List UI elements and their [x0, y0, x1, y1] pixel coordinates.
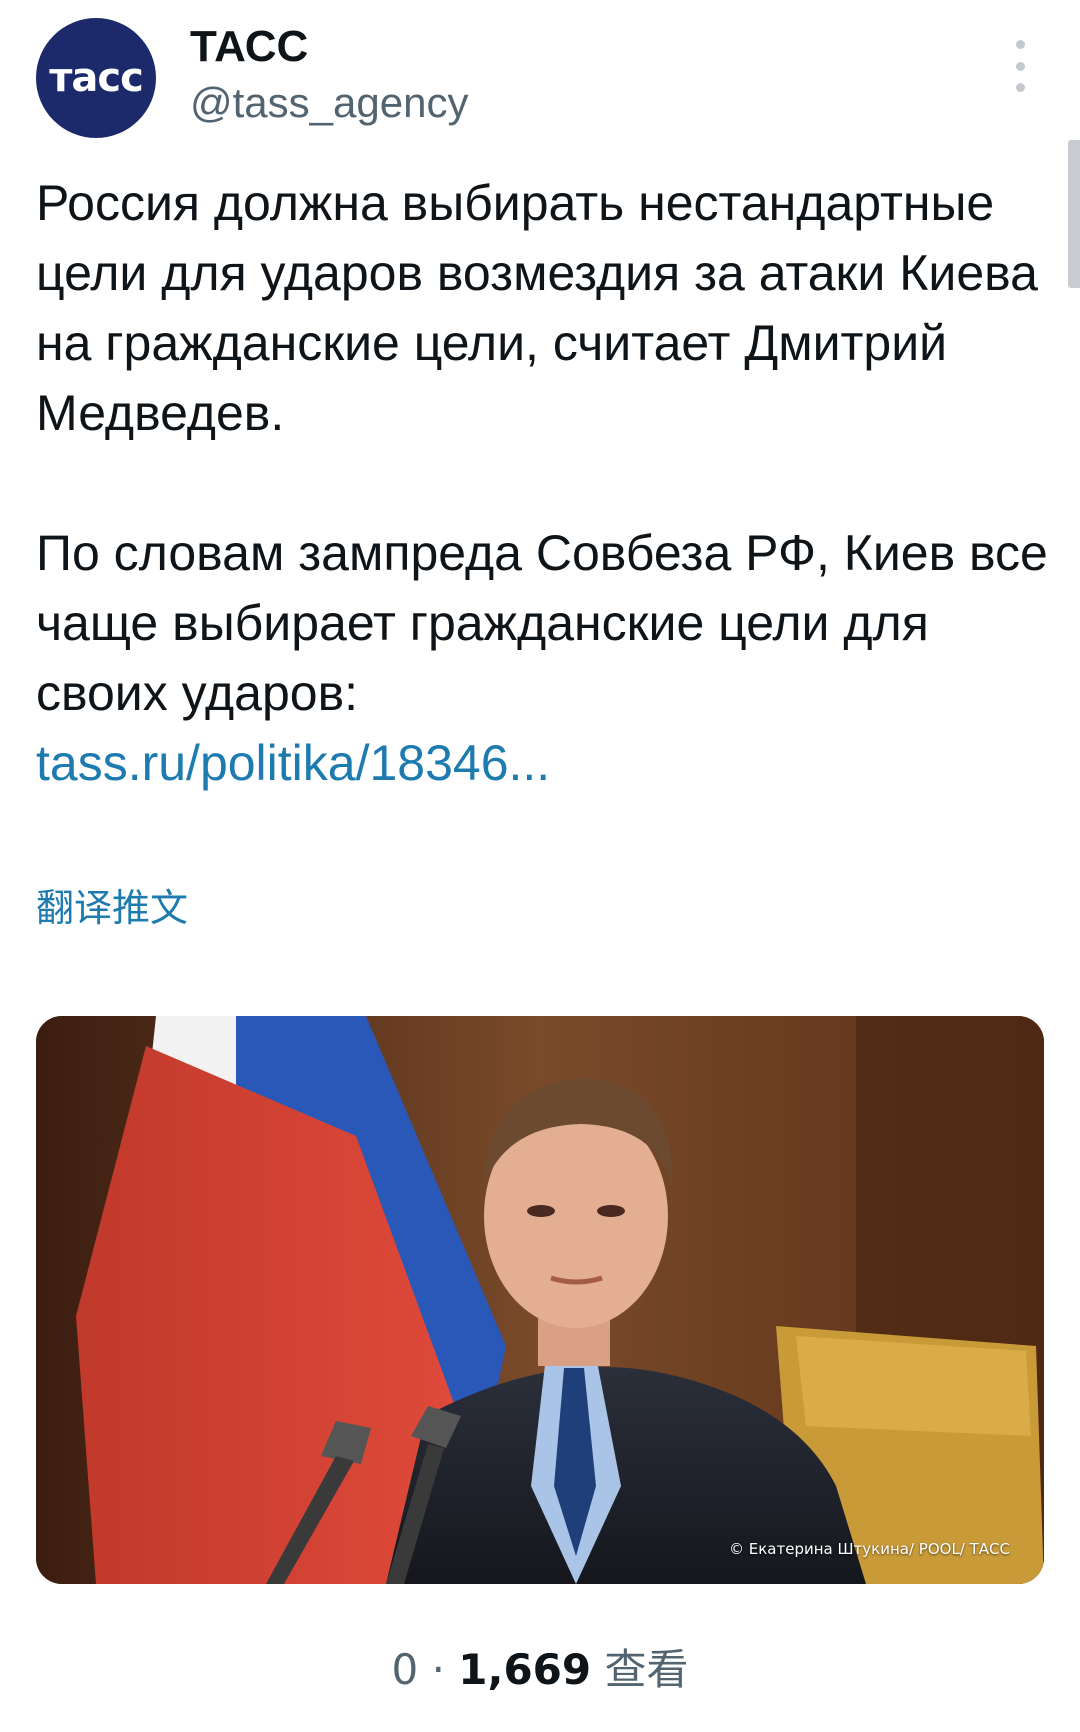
avatar-logo-text: тасс: [49, 55, 144, 101]
reply-count: 0: [391, 1645, 419, 1694]
stats-separator: ·: [431, 1645, 445, 1694]
tweet-paragraph: По словам зампреда Совбеза РФ, Киев все …: [36, 518, 1056, 798]
views-label: 查看: [604, 1645, 689, 1694]
tweet-image[interactable]: © Екатерина Штукина/ POOL/ ТАСС: [36, 1016, 1044, 1584]
author-name[interactable]: ТАСС: [190, 22, 308, 72]
views-count[interactable]: 1,669: [458, 1645, 591, 1694]
tweet-link[interactable]: tass.ru/politika/18346...: [36, 728, 1056, 798]
translate-tweet-link[interactable]: 翻译推文: [36, 884, 188, 932]
tweet-paragraph: Россия должна выбирать нестандартные цел…: [36, 175, 1038, 441]
more-dots-icon: [1015, 40, 1025, 49]
avatar[interactable]: тасс: [36, 18, 156, 138]
tweet-text: Россия должна выбирать нестандартные цел…: [36, 168, 1056, 798]
tweet-paragraph-text: По словам зампреда Совбеза РФ, Киев все …: [36, 525, 1048, 721]
photo-credit: © Екатерина Штукина/ POOL/ ТАСС: [729, 1540, 1010, 1558]
scrollbar[interactable]: [1068, 140, 1080, 288]
portrait-photo: [36, 1016, 1044, 1584]
author-handle[interactable]: @tass_agency: [190, 78, 468, 128]
more-options-button[interactable]: [1000, 40, 1040, 92]
tweet-stats: 0 · 1,669 查看: [0, 1640, 1080, 1700]
